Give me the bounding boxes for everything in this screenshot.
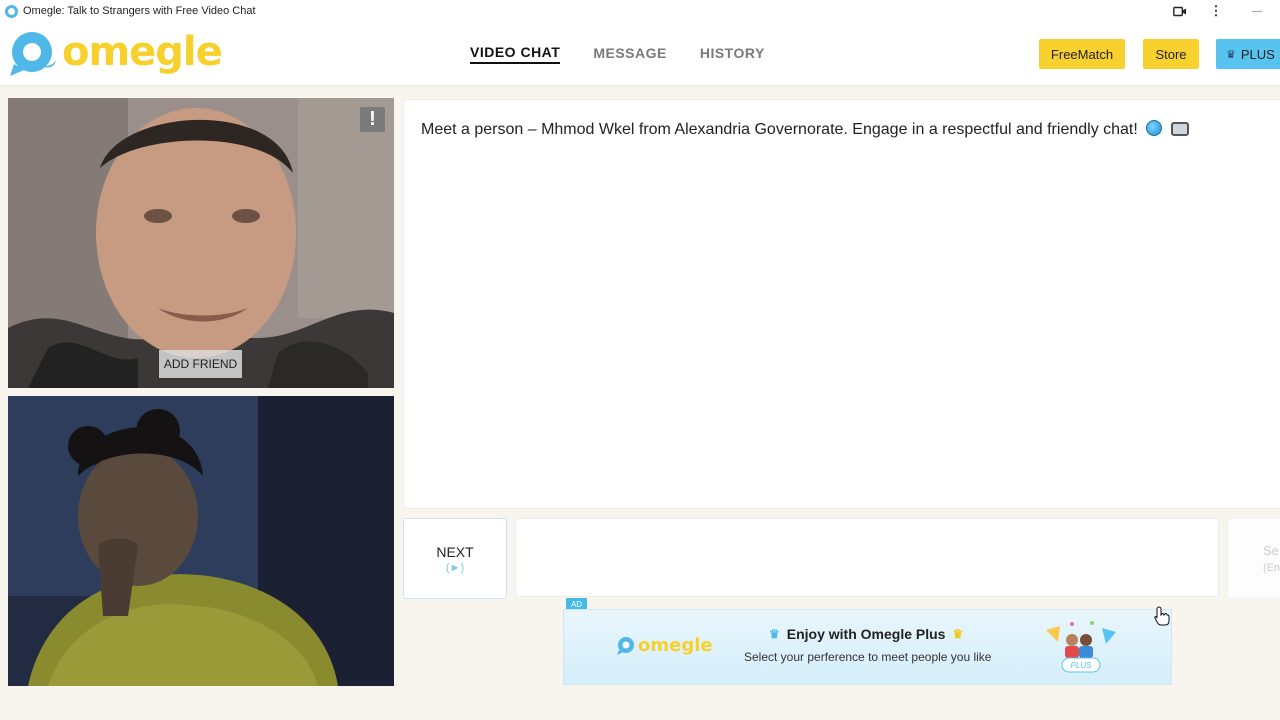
ad-logo-icon	[616, 636, 636, 656]
window-titlebar: Omegle: Talk to Strangers with Free Vide…	[0, 0, 1280, 22]
stranger-video: ! ADD FRIEND	[8, 98, 394, 388]
more-options-icon[interactable]: ⋮	[1198, 0, 1234, 22]
self-video-frame	[8, 396, 394, 686]
next-button-label: NEXT	[436, 543, 474, 560]
self-video	[8, 396, 394, 686]
message-input[interactable]	[515, 518, 1219, 597]
next-button[interactable]: NEXT (►)	[403, 518, 507, 599]
crown-icon: ♛	[769, 627, 780, 641]
omegle-plus-ad[interactable]: omegle ♛ Enjoy with Omegle Plus ♛ Select…	[563, 609, 1172, 685]
plus-people-illustration: PLUS	[1046, 621, 1116, 673]
plus-button-label: PLUS	[1240, 46, 1275, 62]
television-icon	[1170, 122, 1189, 136]
send-shortcut-hint: (En	[1263, 562, 1280, 574]
next-shortcut-hint: (►)	[445, 561, 465, 574]
omegle-app-icon	[5, 4, 18, 18]
crown-icon: ♛	[1226, 48, 1236, 61]
stranger-video-frame	[8, 98, 394, 388]
window-title: Omegle: Talk to Strangers with Free Vide…	[23, 5, 256, 17]
tab-video-chat[interactable]: VIDEO CHAT	[470, 44, 561, 64]
globe-icon	[1146, 120, 1163, 136]
store-button[interactable]: Store	[1143, 39, 1199, 69]
site-header: omegle VIDEO CHAT MESSAGE HISTORY FreeMa…	[0, 22, 1280, 85]
intro-message-text: Meet a person – Mhmod Wkel from Alexandr…	[421, 121, 1138, 138]
ad-omegle-logo: omegle	[616, 635, 713, 656]
camera-icon[interactable]	[1162, 0, 1198, 22]
ad-title-text: Enjoy with Omegle Plus	[786, 626, 946, 642]
freematch-button[interactable]: FreeMatch	[1039, 39, 1125, 69]
ad-logo-wordmark: omegle	[638, 635, 713, 656]
logo-wordmark: omegle	[62, 29, 223, 75]
plus-button[interactable]: ♛ PLUS	[1216, 39, 1280, 69]
omegle-logo[interactable]: omegle	[8, 29, 223, 78]
main-nav: VIDEO CHAT MESSAGE HISTORY	[470, 22, 798, 85]
window-controls: ⋮ —	[1162, 0, 1280, 22]
tab-message[interactable]: MESSAGE	[593, 45, 667, 63]
ad-title: ♛ Enjoy with Omegle Plus ♛	[769, 626, 969, 642]
plus-badge-text: PLUS	[1071, 661, 1093, 670]
ad-subtitle: Select your perference to meet people yo…	[744, 650, 992, 664]
minimize-icon[interactable]: —	[1234, 0, 1280, 22]
omegle-logo-icon	[8, 30, 58, 78]
tab-history[interactable]: HISTORY	[700, 45, 765, 63]
chat-log: Meet a person – Mhmod Wkel from Alexandr…	[403, 99, 1280, 509]
send-button-label: Se	[1263, 543, 1279, 558]
crown-icon: ♛	[952, 627, 964, 641]
hand-cursor-icon	[1154, 606, 1170, 626]
report-button[interactable]: !	[360, 107, 385, 132]
send-button[interactable]: Se (En	[1227, 518, 1280, 599]
add-friend-button[interactable]: ADD FRIEND	[159, 350, 242, 378]
intro-message: Meet a person – Mhmod Wkel from Alexandr…	[421, 120, 1189, 139]
